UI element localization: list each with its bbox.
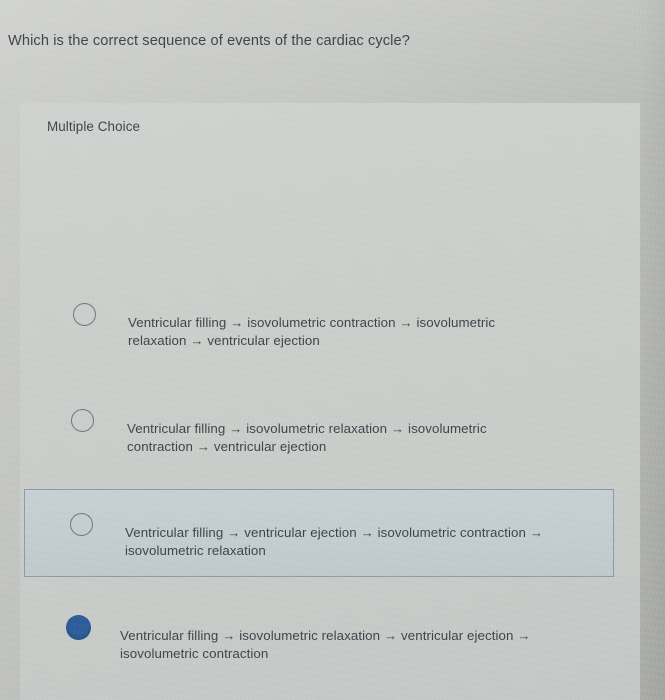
radio-unselected-icon[interactable] (71, 409, 94, 432)
option-label-4: Ventricular filling → isovolumetric rela… (120, 628, 531, 661)
radio-unselected-icon[interactable] (70, 513, 93, 536)
options-list: Ventricular filling → isovolumetric cont… (20, 103, 640, 700)
radio-unselected-icon[interactable] (73, 303, 96, 326)
question-text: Which is the correct sequence of events … (8, 33, 410, 49)
answer-card: Multiple Choice Ventricular filling → is… (20, 103, 640, 700)
screenshot-photo-surface: Which is the correct sequence of events … (0, 0, 665, 700)
top-light-band (0, 0, 665, 103)
option-label-3: Ventricular filling → ventricular ejecti… (125, 525, 544, 558)
option-label-1: Ventricular filling → isovolumetric cont… (128, 315, 496, 348)
radio-selected-icon[interactable] (66, 615, 91, 640)
right-shade-band (637, 0, 665, 700)
option-label-2: Ventricular filling → isovolumetric rela… (127, 421, 487, 454)
